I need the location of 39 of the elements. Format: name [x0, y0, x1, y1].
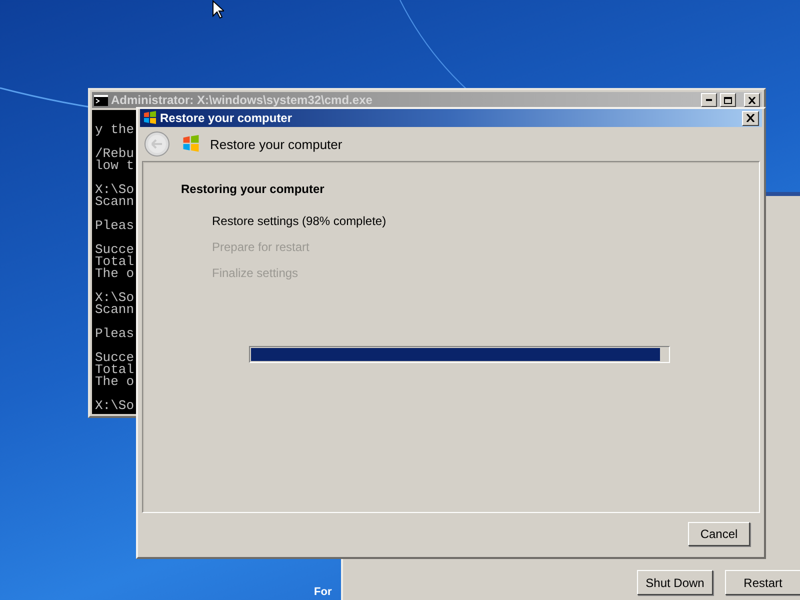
console-line: Total [95, 256, 134, 268]
close-icon [748, 96, 756, 104]
console-icon [94, 94, 108, 106]
window-title: Restore your computer [160, 111, 294, 125]
progress-step: Finalize settings [212, 266, 721, 292]
console-line: low t [95, 160, 134, 172]
desktop-caption: For [314, 586, 332, 598]
console-line: y the [95, 124, 134, 136]
console-line: Scann [95, 196, 134, 208]
progress-step: Restore settings (98% complete) [212, 214, 721, 240]
console-line: Succe [95, 244, 134, 256]
console-line: Total [95, 364, 134, 376]
console-line: The o [95, 376, 134, 388]
minimize-button[interactable] [701, 93, 717, 107]
maximize-button[interactable] [720, 93, 736, 107]
dialog-button[interactable]: Shut Down [637, 570, 713, 595]
dialog-heading: Restoring your computer [181, 182, 326, 196]
console-line: X:\So [95, 292, 134, 304]
window-title: Administrator: X:\windows\system32\cmd.exe [111, 93, 374, 107]
console-line: Pleas [95, 220, 134, 232]
close-button[interactable] [744, 93, 760, 107]
windows-logo-icon [143, 111, 157, 125]
windows-logo-icon [182, 135, 200, 153]
close-button[interactable] [742, 110, 759, 126]
console-line: Pleas [95, 328, 134, 340]
dialog-button[interactable]: Restart [725, 570, 800, 595]
console-line: X:\So [95, 400, 134, 412]
console-line: X:\So [95, 184, 134, 196]
console-line: Scann [95, 304, 134, 316]
cancel-button[interactable]: Cancel [688, 522, 750, 546]
console-line: /Rebu [95, 148, 134, 160]
maximize-icon [724, 96, 732, 104]
minimize-icon [706, 99, 712, 101]
console-line: Succe [95, 352, 134, 364]
console-line: The o [95, 268, 134, 280]
cursor-icon [212, 0, 224, 19]
dialog-header: Restore your computer [210, 136, 342, 152]
progress-step: Prepare for restart [212, 240, 721, 266]
close-icon [746, 114, 755, 122]
